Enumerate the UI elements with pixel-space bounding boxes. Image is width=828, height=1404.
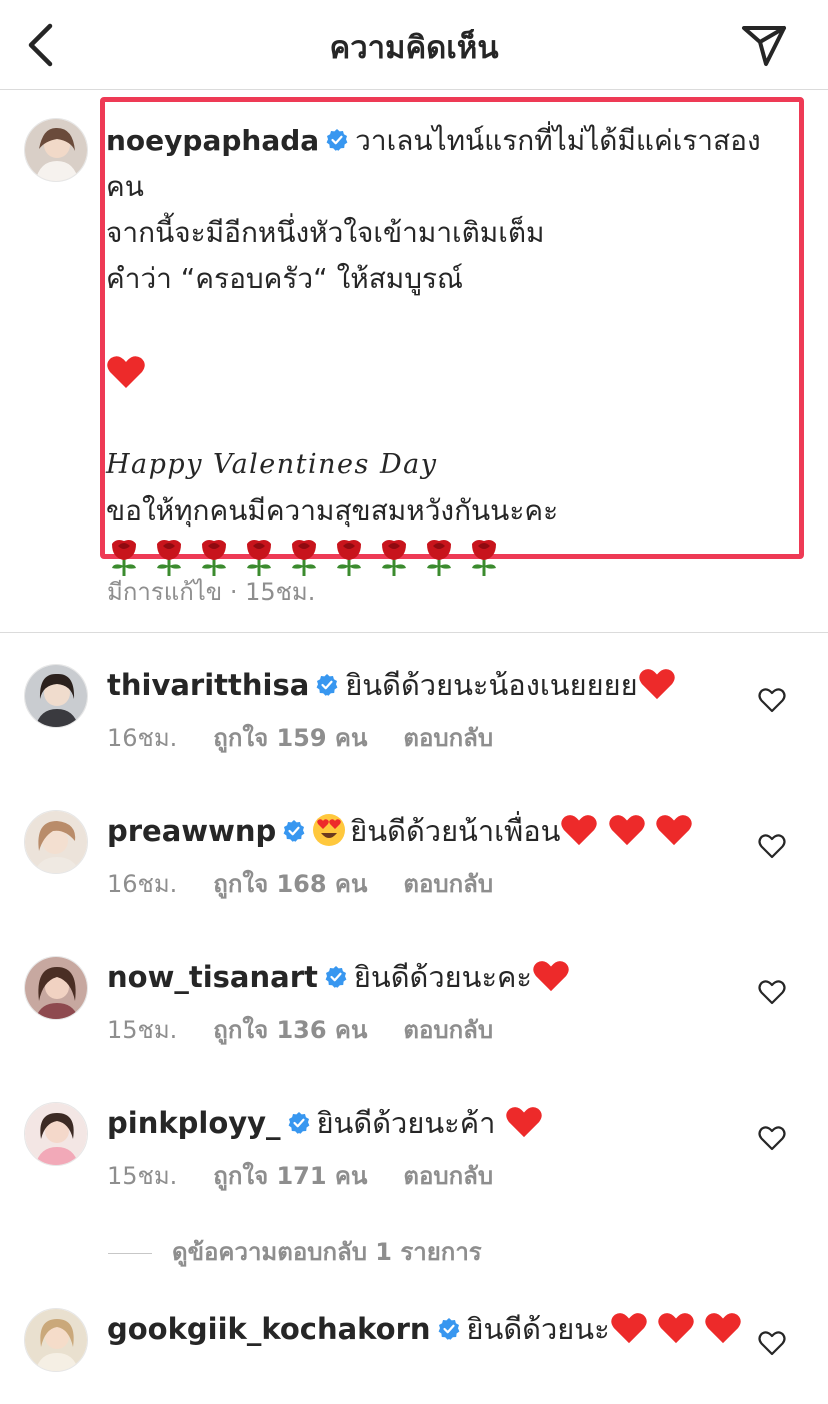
comment-meta: 16ชม. ถูกใจ 159 คน ตอบกลับ bbox=[107, 718, 529, 757]
verified-badge-icon bbox=[326, 129, 348, 151]
caption-line-1: วาเลนไทน์แรกที่ไม่ได้มีแค่เราสอง bbox=[355, 124, 761, 157]
comment-text-row: pinkployy_ ยินดีด้วยนะค้า bbox=[107, 1102, 747, 1144]
avatar[interactable] bbox=[24, 118, 88, 182]
heart-outline-icon bbox=[758, 834, 786, 859]
comment-text-row: preawwnp ยินดีด้วยน้าเพื่อน bbox=[107, 810, 747, 852]
rose-emoji-icon bbox=[157, 540, 181, 576]
rose-emoji-icon bbox=[472, 540, 496, 576]
view-replies-button[interactable]: ดูข้อความตอบกลับ 1 รายการ bbox=[108, 1232, 482, 1271]
comment-username[interactable]: now_tisanart bbox=[107, 960, 318, 994]
comment-likes-link[interactable]: ถูกใจ 171 คน bbox=[213, 1162, 367, 1190]
like-button[interactable] bbox=[758, 1125, 786, 1151]
rose-emoji-icon bbox=[337, 540, 361, 576]
heart-outline-icon bbox=[758, 1126, 786, 1151]
comment-time: 15ชม. bbox=[107, 1162, 178, 1190]
caption: noeypaphada วาเลนไทน์แรกที่ไม่ได้มีแค่เรา… bbox=[106, 118, 796, 578]
rose-emoji-icon bbox=[382, 540, 406, 576]
like-button[interactable] bbox=[758, 979, 786, 1005]
rose-emoji-icon bbox=[202, 540, 226, 576]
caption-line-5: Happy Valentines Day bbox=[106, 449, 438, 480]
red-heart-emoji-icon bbox=[638, 669, 675, 700]
reply-button[interactable]: ตอบกลับ bbox=[403, 1016, 493, 1044]
comment-likes-link[interactable]: ถูกใจ 159 คน bbox=[213, 724, 367, 752]
share-button[interactable] bbox=[740, 22, 788, 68]
paper-plane-icon bbox=[742, 26, 786, 66]
verified-badge-icon bbox=[438, 1318, 459, 1340]
comment-meta: 15ชม. ถูกใจ 136 คน ตอบกลับ bbox=[107, 1010, 529, 1049]
avatar[interactable] bbox=[24, 1308, 88, 1372]
red-heart-emoji-icon bbox=[610, 1313, 647, 1344]
red-heart-emoji-icon bbox=[608, 815, 645, 846]
comment-time: 16ชม. bbox=[107, 870, 178, 898]
red-heart-emoji-icon bbox=[505, 1107, 542, 1138]
avatar[interactable] bbox=[24, 1102, 88, 1166]
verified-badge-icon bbox=[316, 674, 338, 696]
comment-time: 16ชม. bbox=[107, 724, 178, 752]
verified-badge-icon bbox=[288, 1112, 309, 1134]
comment-body: ยินดีด้วยนะค้า bbox=[316, 1106, 496, 1140]
red-heart-emoji-icon bbox=[107, 356, 145, 388]
comment-time: 15ชม. bbox=[107, 1016, 178, 1044]
comment-body: ยินดีด้วยนะน้องเนยยยย bbox=[345, 668, 638, 702]
red-heart-emoji-icon bbox=[658, 1313, 694, 1344]
like-button[interactable] bbox=[758, 833, 786, 859]
rose-emoji-icon bbox=[247, 540, 271, 576]
rose-emoji-icon bbox=[427, 540, 451, 576]
reply-button[interactable]: ตอบกลับ bbox=[403, 870, 493, 898]
caption-line-6: ขอให้ทุกคนมีความสุขสมหวังกันนะคะ bbox=[106, 494, 559, 527]
replies-divider-line bbox=[108, 1252, 152, 1254]
avatar[interactable] bbox=[24, 956, 88, 1020]
red-heart-emoji-icon bbox=[656, 815, 692, 846]
caption-edited-time: มีการแก้ไข · 15ชม. bbox=[107, 578, 316, 606]
red-heart-emoji-icon bbox=[705, 1313, 741, 1344]
comment-meta: 16ชม. ถูกใจ 168 คน ตอบกลับ bbox=[107, 864, 529, 903]
heart-outline-icon bbox=[758, 1331, 786, 1356]
red-heart-emoji-icon bbox=[561, 815, 598, 846]
reply-button[interactable]: ตอบกลับ bbox=[403, 724, 493, 752]
comment-likes-link[interactable]: ถูกใจ 136 คน bbox=[213, 1016, 367, 1044]
divider bbox=[0, 632, 828, 633]
red-heart-emoji-icon bbox=[533, 961, 569, 992]
comment-body: ยินดีด้วยน้าเพื่อน bbox=[350, 814, 561, 848]
comment-meta: 15ชม. ถูกใจ 171 คน ตอบกลับ bbox=[107, 1156, 529, 1195]
heart-eyes-emoji-icon bbox=[313, 814, 346, 846]
caption-line-2: คน bbox=[106, 170, 144, 203]
comment-text-row: now_tisanart ยินดีด้วยนะคะ bbox=[107, 956, 747, 998]
comment-body: ยินดีด้วยนะคะ bbox=[353, 960, 533, 994]
avatar[interactable] bbox=[24, 810, 88, 874]
heart-outline-icon bbox=[758, 980, 786, 1005]
heart-outline-icon bbox=[758, 688, 786, 713]
reply-button[interactable]: ตอบกลับ bbox=[403, 1162, 493, 1190]
avatar[interactable] bbox=[24, 664, 88, 728]
like-button[interactable] bbox=[758, 1330, 786, 1356]
comment-username[interactable]: gookgiik_kochakorn bbox=[107, 1312, 431, 1346]
comment-text-row: thivaritthisa ยินดีด้วยนะน้องเนยยยย bbox=[107, 664, 747, 706]
comment-body: ยินดีด้วยนะ bbox=[466, 1312, 610, 1346]
comment-text-row: gookgiik_kochakorn ยินดีด้วยนะ bbox=[107, 1308, 747, 1350]
header-bar: ความคิดเห็น bbox=[0, 0, 828, 90]
verified-badge-icon bbox=[283, 820, 305, 842]
verified-badge-icon bbox=[325, 966, 347, 988]
comment-username[interactable]: pinkployy_ bbox=[107, 1106, 281, 1140]
caption-line-3: จากนี้จะมีอีกหนึ่งหัวใจเข้ามาเติมเต็ม bbox=[106, 216, 545, 249]
comment-username[interactable]: preawwnp bbox=[107, 814, 276, 848]
caption-username[interactable]: noeypaphada bbox=[106, 124, 319, 157]
caption-line-4: คำว่า “ครอบครัว“ ให้สมบูรณ์ bbox=[106, 262, 464, 295]
comment-likes-link[interactable]: ถูกใจ 168 คน bbox=[213, 870, 367, 898]
rose-emoji-icon bbox=[112, 540, 136, 576]
like-button[interactable] bbox=[758, 687, 786, 713]
rose-emoji-icon bbox=[292, 540, 316, 576]
view-replies-label: ดูข้อความตอบกลับ 1 รายการ bbox=[172, 1238, 482, 1266]
page-title: ความคิดเห็น bbox=[329, 30, 499, 66]
comment-username[interactable]: thivaritthisa bbox=[107, 668, 309, 702]
